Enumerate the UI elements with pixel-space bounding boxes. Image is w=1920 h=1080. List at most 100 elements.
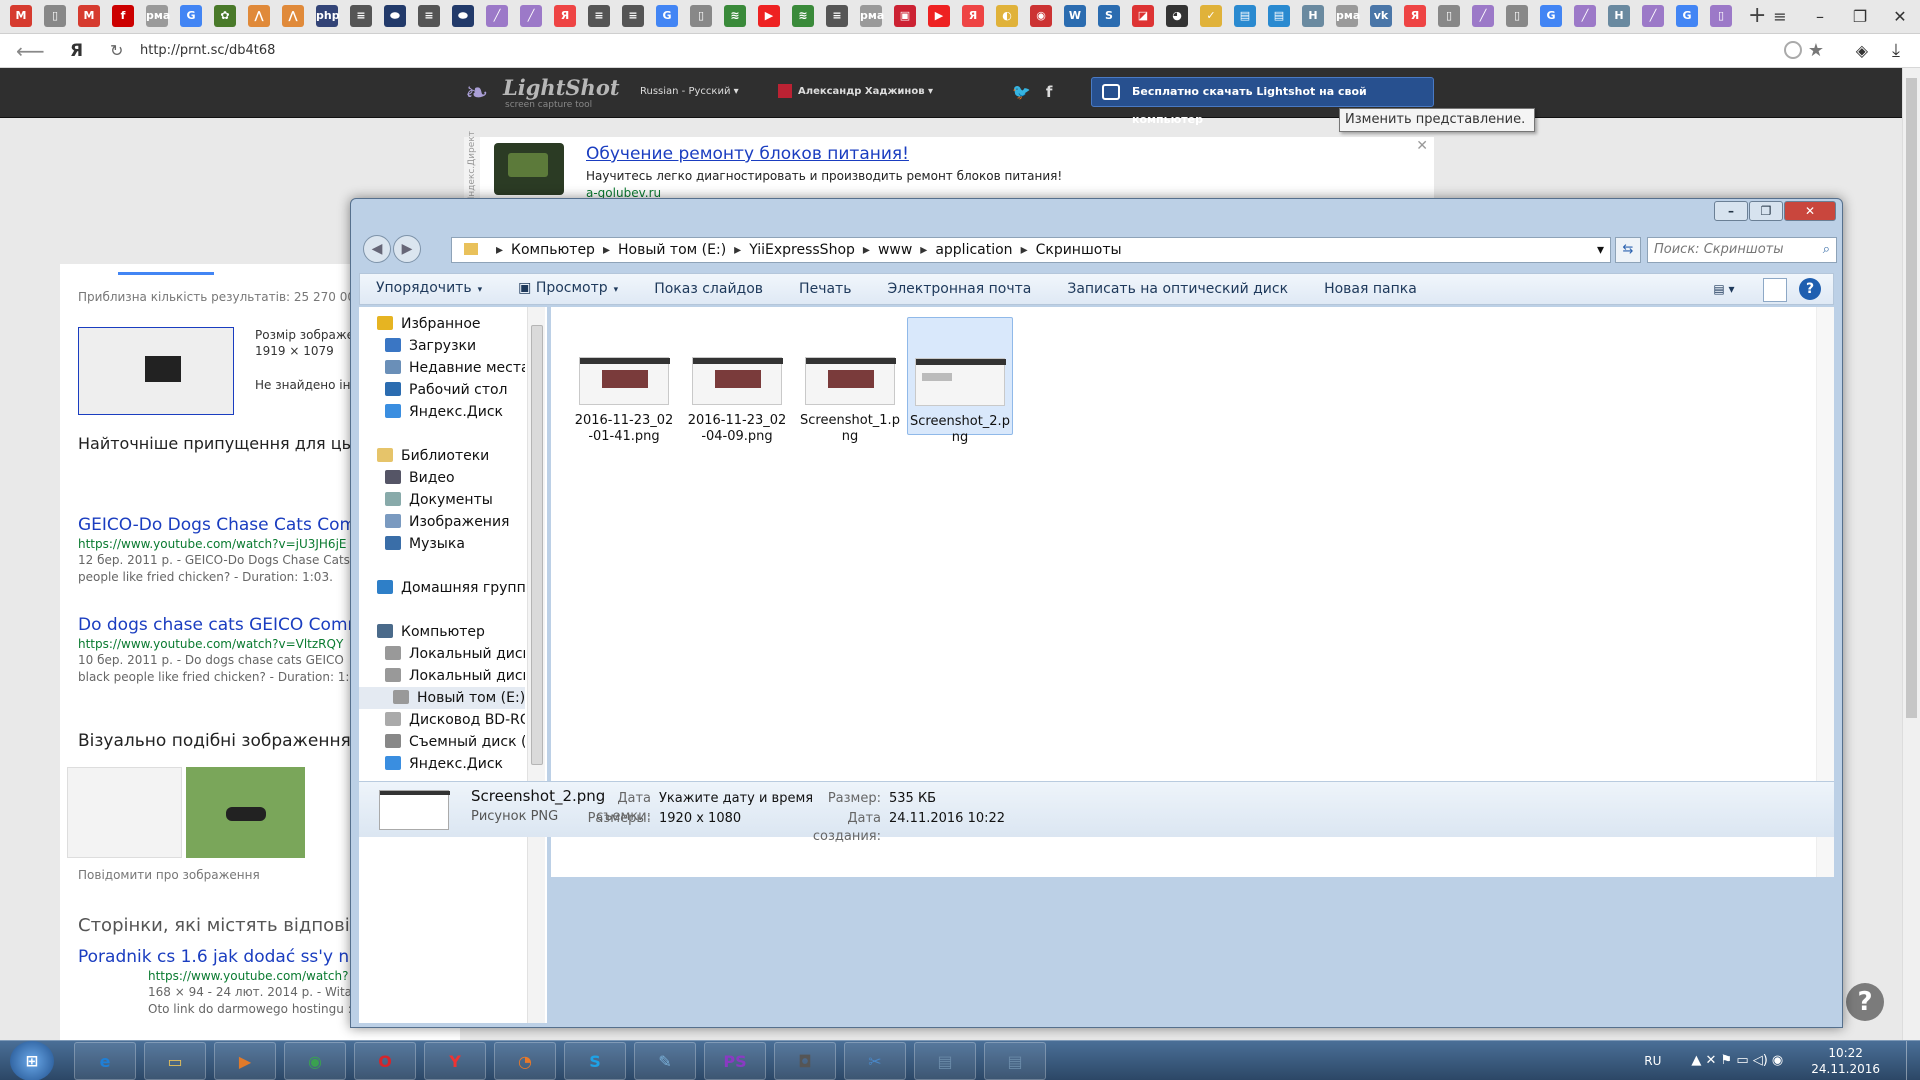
tab-favicon-icon[interactable]: ≡ [622,5,644,27]
explorer-titlebar[interactable]: – ❐ ✕ [351,199,1842,229]
tab-favicon-icon[interactable]: ⬬ [384,5,406,27]
nav-item[interactable]: Локальный диск [385,643,525,665]
scrollbar-thumb[interactable] [531,325,543,765]
lightshot-logo[interactable]: ❧ LightShot screen capture tool [465,74,620,112]
forward-button[interactable]: ▶ [393,235,421,263]
tab-favicon-icon[interactable]: H [1302,5,1324,27]
tab-favicon-icon[interactable]: ≡ [588,5,610,27]
navigation-scrollbar[interactable] [527,307,545,1023]
camera-icon[interactable]: ◘ [774,1042,836,1080]
tab-favicon-icon[interactable]: ▶ [928,5,950,27]
refresh-button[interactable]: ⇆ [1615,237,1641,263]
url-field[interactable]: http://prnt.sc/db4t68 [140,42,275,60]
user-menu[interactable]: Александр Хаджинов ▾ [778,83,933,101]
tab-favicon-icon[interactable]: ≋ [792,5,814,27]
tab-favicon-icon[interactable]: ▤ [1234,5,1256,27]
nav-item[interactable]: Библиотеки [377,445,489,467]
tab-favicon-icon[interactable]: ◐ [996,5,1018,27]
tab-favicon-icon[interactable]: ⋀ [282,5,304,27]
chevron-down-icon[interactable]: ▾ [1597,238,1604,262]
nav-item[interactable]: Компьютер [377,621,485,643]
breadcrumb-item[interactable]: Новый том (E:) [618,242,726,258]
snipping-tool-icon[interactable]: ✂ [844,1042,906,1080]
preview-pane-button[interactable] [1763,278,1787,302]
file-item[interactable]: 2016-11-23_02-01-41.png [571,317,677,444]
back-button[interactable]: ◀ [363,235,391,263]
tab-favicon-icon[interactable]: ▯ [1506,5,1528,27]
tab-favicon-icon[interactable]: рма [1336,5,1360,27]
tab-favicon-icon[interactable]: php [316,5,340,27]
opera-icon[interactable]: O [354,1042,416,1080]
download-icon[interactable]: ⤓ [1892,39,1900,63]
tab-favicon-icon[interactable]: ╱ [486,5,508,27]
tab-favicon-icon[interactable]: ▯ [44,5,66,27]
tab-favicon-icon[interactable]: ▯ [690,5,712,27]
search-input[interactable]: Поиск: Скриншоты ⌕ [1647,237,1837,263]
nav-item[interactable]: Новый том (E:) [359,687,525,709]
ad-close-icon[interactable]: ✕ [1416,139,1428,153]
breadcrumb[interactable]: ▸ Компьютер ▸ Новый том (E:) ▸ YiiExpressShop… [451,237,1611,263]
organize-button[interactable]: Упорядочить ▾ [376,273,482,305]
tab-favicon-icon[interactable]: G [1676,5,1698,27]
tab-favicon-icon[interactable]: ╱ [1642,5,1664,27]
help-icon[interactable]: ? [1799,278,1821,300]
tab-favicon-icon[interactable]: ▯ [1438,5,1460,27]
nav-item[interactable]: Яндекс.Диск [385,401,503,423]
search-icon[interactable]: ⌕ [1823,238,1830,262]
tray-icons[interactable]: ▲ ✕ ⚑ ▭ ◁) ◉ [1691,1053,1783,1069]
skype-icon[interactable]: S [564,1042,626,1080]
preview-button[interactable]: ▣ Просмотр ▾ [518,273,618,305]
query-image-thumbnail[interactable] [78,327,234,415]
explorer-minimize-button[interactable]: – [1714,201,1748,221]
firefox-icon[interactable]: ◔ [494,1042,556,1080]
tab-favicon-icon[interactable]: ✿ [214,5,236,27]
bookmark-star-icon[interactable]: ★ [1808,39,1824,63]
breadcrumb-item[interactable]: application [935,242,1012,258]
tab-favicon-icon[interactable]: ◪ [1132,5,1154,27]
report-image-link[interactable]: Повідомити про зображення [78,867,260,883]
nav-item[interactable]: Домашняя группа [377,577,525,599]
nav-item[interactable]: Изображения [385,511,509,533]
tab-favicon-icon[interactable]: S [1098,5,1120,27]
tab-favicon-icon[interactable]: vk [1370,5,1392,27]
tab-favicon-icon[interactable]: G [1540,5,1562,27]
page-scrollbar[interactable] [1902,68,1920,1040]
tab-favicon-icon[interactable]: Я [1404,5,1426,27]
result-title[interactable]: Poradnik cs 1.6 jak dodać ss'y na [78,946,394,968]
tab-favicon-icon[interactable]: W [1064,5,1086,27]
close-button[interactable]: ✕ [1880,0,1920,34]
ie-icon[interactable]: e [74,1042,136,1080]
tab-favicon-icon[interactable]: ✓ [1200,5,1222,27]
tab-favicon-icon[interactable]: ▤ [1268,5,1290,27]
ad-title[interactable]: Обучение ремонту блоков питания! [586,143,909,165]
explorer-close-button[interactable]: ✕ [1784,201,1836,221]
nav-item[interactable]: Документы [385,489,493,511]
restore-button[interactable]: ❐ [1840,0,1880,34]
network-drive-icon-2[interactable]: ▤ [984,1042,1046,1080]
file-item[interactable]: 2016-11-23_02-04-09.png [684,317,790,444]
extension-icon[interactable]: ◈ [1856,40,1868,62]
result-title[interactable]: Do dogs chase cats GEICO Comm [78,614,365,636]
nav-item[interactable]: Недавние места [385,357,525,379]
tab-favicon-icon[interactable]: ≡ [418,5,440,27]
file-item[interactable]: Screenshot_1.png [797,317,903,444]
tab-favicon-icon[interactable]: ⋀ [248,5,270,27]
reload-icon[interactable]: ↻ [110,40,123,62]
language-selector[interactable]: Russian - Русский ▾ [640,85,739,99]
help-bubble-icon[interactable]: ? [1846,983,1884,1021]
network-drive-icon[interactable]: ▤ [914,1042,976,1080]
tab-favicon-icon[interactable]: ≡ [350,5,372,27]
phpstorm-icon[interactable]: PS [704,1042,766,1080]
nav-item[interactable]: Дисковод BD-RO [385,709,525,731]
nav-item[interactable]: Локальный диск [385,665,525,687]
tab-favicon-icon[interactable]: ≋ [724,5,746,27]
tab-favicon-icon[interactable]: f [112,5,134,27]
clock[interactable]: 10:22 24.11.2016 [1811,1045,1880,1077]
tab-favicon-icon[interactable]: M [10,5,32,27]
burn-disc-button[interactable]: Записать на оптический диск [1067,274,1288,304]
tab-favicon-icon[interactable]: рма [146,5,170,27]
yandex-logo-icon[interactable]: Я [70,40,83,62]
tab-favicon-icon[interactable]: Я [554,5,576,27]
tab-favicon-icon[interactable]: G [180,5,202,27]
media-player-icon[interactable]: ▶ [214,1042,276,1080]
